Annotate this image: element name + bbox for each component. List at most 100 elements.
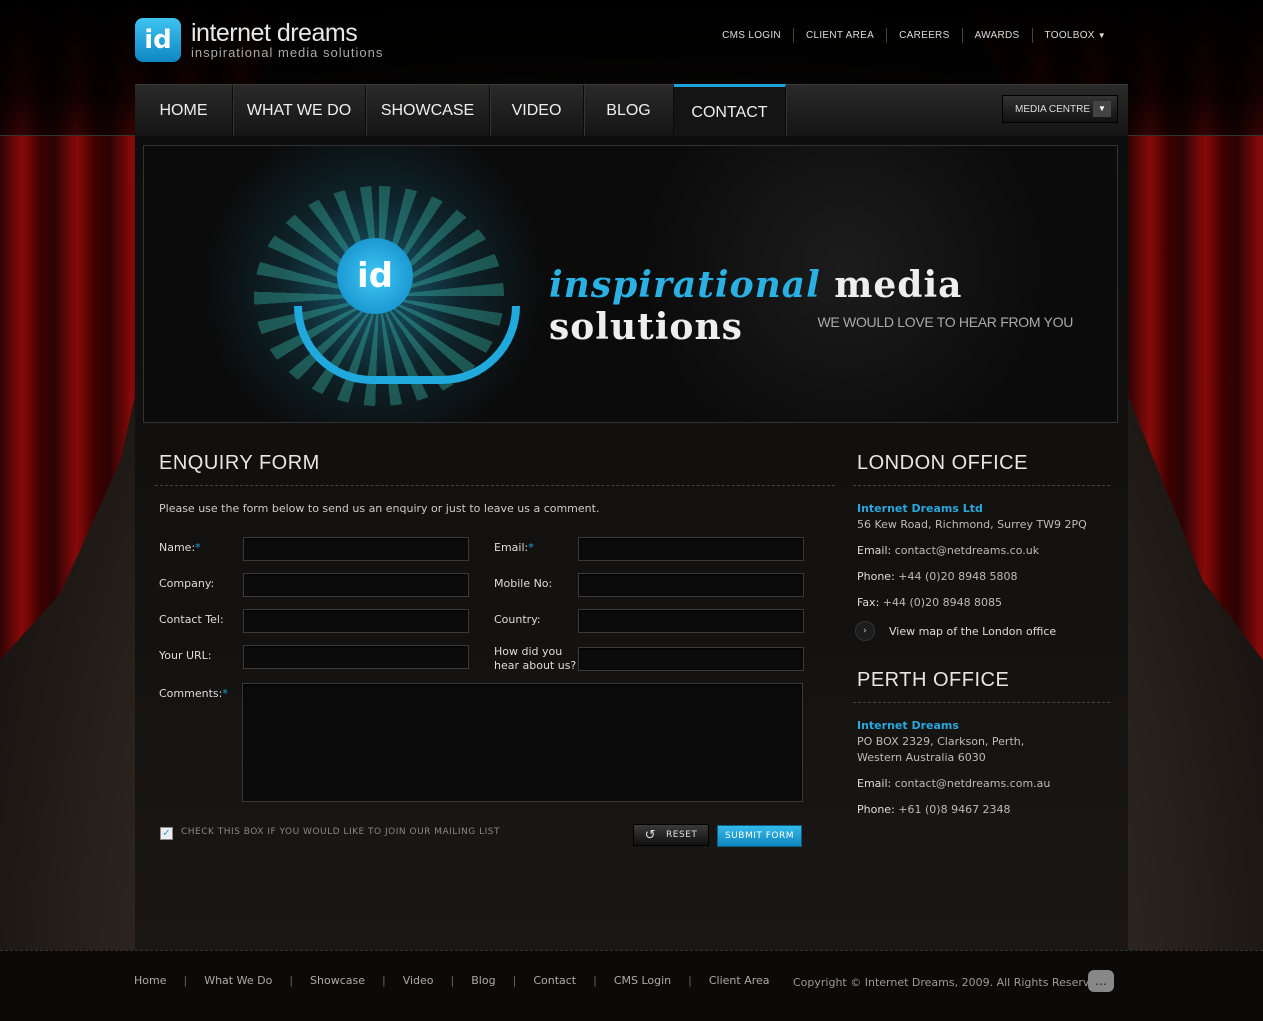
london-office-heading: LONDON OFFICE xyxy=(857,452,1028,474)
london-email-value[interactable]: contact@netdreams.co.uk xyxy=(895,544,1039,557)
site-logo[interactable]: id internet dreams inspirational media s… xyxy=(135,18,383,62)
caret-down-icon: ▼ xyxy=(1097,31,1106,40)
hear-about-input[interactable] xyxy=(578,647,804,671)
separator: | xyxy=(688,974,692,987)
mobile-label: Mobile No: xyxy=(494,577,553,590)
separator: | xyxy=(450,974,455,987)
phone-key: Phone: xyxy=(857,803,895,816)
london-phone-value: +44 (0)20 8948 5808 xyxy=(898,570,1018,583)
chevron-down-icon: ▼ xyxy=(1093,101,1111,117)
hear-about-line2: hear about us? xyxy=(494,659,577,672)
tel-label: Contact Tel: xyxy=(159,613,224,626)
footer-link-showcase[interactable]: Showcase xyxy=(310,974,365,987)
reset-button[interactable]: ↺ RESET xyxy=(633,824,709,846)
name-input[interactable] xyxy=(243,537,469,561)
logo-text: internet dreams inspirational media solu… xyxy=(191,20,383,60)
perth-email: Email: contact@netdreams.com.au xyxy=(857,776,1050,792)
footer-link-contact[interactable]: Contact xyxy=(533,974,576,987)
mailing-list-checkbox[interactable]: ✓ xyxy=(160,827,173,840)
perth-phone-value: +61 (0)8 9467 2348 xyxy=(898,803,1011,816)
map-link-label: View map of the London office xyxy=(889,624,1057,638)
banner-title: inspirational media solutions xyxy=(549,264,1117,348)
brand-name: internet dreams xyxy=(191,19,358,47)
footer-link-what-we-do[interactable]: What We Do xyxy=(204,974,272,987)
london-phone: Phone: +44 (0)20 8948 5808 xyxy=(857,569,1018,585)
hear-about-label: How did you hear about us? xyxy=(494,645,576,673)
divider xyxy=(853,702,1110,703)
copyright-text: Copyright © Internet Dreams, 2009. All R… xyxy=(793,976,1107,989)
mobile-input[interactable] xyxy=(578,573,804,597)
london-street: 56 Kew Road, Richmond, Surrey TW9 2PQ xyxy=(857,518,1087,531)
perth-address-line2: Western Australia 6030 xyxy=(857,751,986,764)
chat-bubble-icon[interactable]: … xyxy=(1088,970,1114,992)
url-input[interactable] xyxy=(243,645,469,669)
perth-phone: Phone: +61 (0)8 9467 2348 xyxy=(857,802,1011,818)
perth-email-value[interactable]: contact@netdreams.com.au xyxy=(895,777,1051,790)
separator: | xyxy=(382,974,386,987)
required-mark: * xyxy=(195,541,201,554)
banner-logo-icon: id xyxy=(337,238,413,314)
url-label: Your URL: xyxy=(159,649,212,662)
nav-contact[interactable]: CONTACT xyxy=(674,84,786,139)
nav-blog[interactable]: BLOG xyxy=(584,85,674,137)
top-link-careers[interactable]: CAREERS xyxy=(886,28,961,43)
country-label: Country: xyxy=(494,613,541,626)
phone-key: Phone: xyxy=(857,570,895,583)
london-address: Internet Dreams Ltd 56 Kew Road, Richmon… xyxy=(857,501,1087,533)
london-fax: Fax: +44 (0)20 8948 8085 xyxy=(857,595,1002,611)
banner-subtitle: WE WOULD LOVE TO HEAR FROM YOU xyxy=(817,314,1074,330)
top-link-client-area[interactable]: CLIENT AREA xyxy=(792,28,886,43)
chevron-right-icon: › xyxy=(855,621,875,641)
enquiry-form-heading: ENQUIRY FORM xyxy=(159,452,320,474)
top-link-cms-login[interactable]: CMS LOGIN xyxy=(710,28,793,43)
email-label-text: Email: xyxy=(494,541,529,554)
company-input[interactable] xyxy=(243,573,469,597)
toolbox-label: TOOLBOX xyxy=(1044,30,1095,41)
comments-textarea[interactable] xyxy=(242,683,803,802)
divider xyxy=(853,485,1110,486)
main-navigation: HOME WHAT WE DO SHOWCASE VIDEO BLOG CONT… xyxy=(135,84,1128,139)
comments-label: Comments:* xyxy=(159,687,228,701)
banner-title-part1: inspirational xyxy=(549,264,821,306)
brand-tagline: inspirational media solutions xyxy=(191,45,384,60)
perth-address-line1: PO BOX 2329, Clarkson, Perth, xyxy=(857,735,1025,748)
country-input[interactable] xyxy=(578,609,804,633)
london-map-link[interactable]: › View map of the London office xyxy=(855,621,1056,641)
footer-link-blog[interactable]: Blog xyxy=(471,974,495,987)
media-centre-dropdown[interactable]: MEDIA CENTRE ▼ xyxy=(1002,95,1118,123)
mailing-list-label: CHECK THIS BOX IF YOU WOULD LIKE TO JOIN… xyxy=(181,827,500,837)
hero-banner: id inspirational media solutions WE WOUL… xyxy=(143,145,1118,423)
nav-showcase[interactable]: SHOWCASE xyxy=(366,85,490,137)
footer-link-client-area[interactable]: Client Area xyxy=(709,974,770,987)
footer-link-cms-login[interactable]: CMS Login xyxy=(614,974,671,987)
perth-company-name: Internet Dreams xyxy=(857,719,959,732)
london-fax-value: +44 (0)20 8948 8085 xyxy=(882,596,1003,609)
reset-label: RESET xyxy=(666,830,698,840)
nav-video[interactable]: VIDEO xyxy=(490,85,584,137)
nav-what-we-do[interactable]: WHAT WE DO xyxy=(233,85,366,137)
footer-link-video[interactable]: Video xyxy=(403,974,434,987)
footer-links: Home | What We Do | Showcase | Video | Blog |… xyxy=(134,974,770,987)
perth-address: Internet Dreams PO BOX 2329, Clarkson, P… xyxy=(857,718,1024,766)
perth-office-heading: PERTH OFFICE xyxy=(857,669,1010,691)
separator: | xyxy=(512,974,517,987)
top-link-toolbox[interactable]: TOOLBOX ▼ xyxy=(1031,28,1118,43)
name-label-text: Name: xyxy=(159,541,196,554)
name-label: Name:* xyxy=(159,541,201,555)
separator: | xyxy=(183,974,188,987)
separator: | xyxy=(593,974,597,987)
comments-label-text: Comments: xyxy=(159,687,223,700)
submit-button[interactable]: SUBMIT FORM xyxy=(717,825,802,847)
email-key: Email: xyxy=(857,777,892,790)
required-mark: * xyxy=(222,687,228,700)
top-link-awards[interactable]: AWARDS xyxy=(961,28,1032,43)
email-input[interactable] xyxy=(578,537,804,561)
footer-link-home[interactable]: Home xyxy=(134,974,166,987)
hear-about-line1: How did you xyxy=(494,645,563,658)
nav-home[interactable]: HOME xyxy=(135,85,233,137)
email-label: Email:* xyxy=(494,541,534,555)
undo-icon: ↺ xyxy=(644,827,657,843)
tel-input[interactable] xyxy=(243,609,469,633)
london-company-name: Internet Dreams Ltd xyxy=(857,502,983,515)
divider xyxy=(155,485,835,486)
